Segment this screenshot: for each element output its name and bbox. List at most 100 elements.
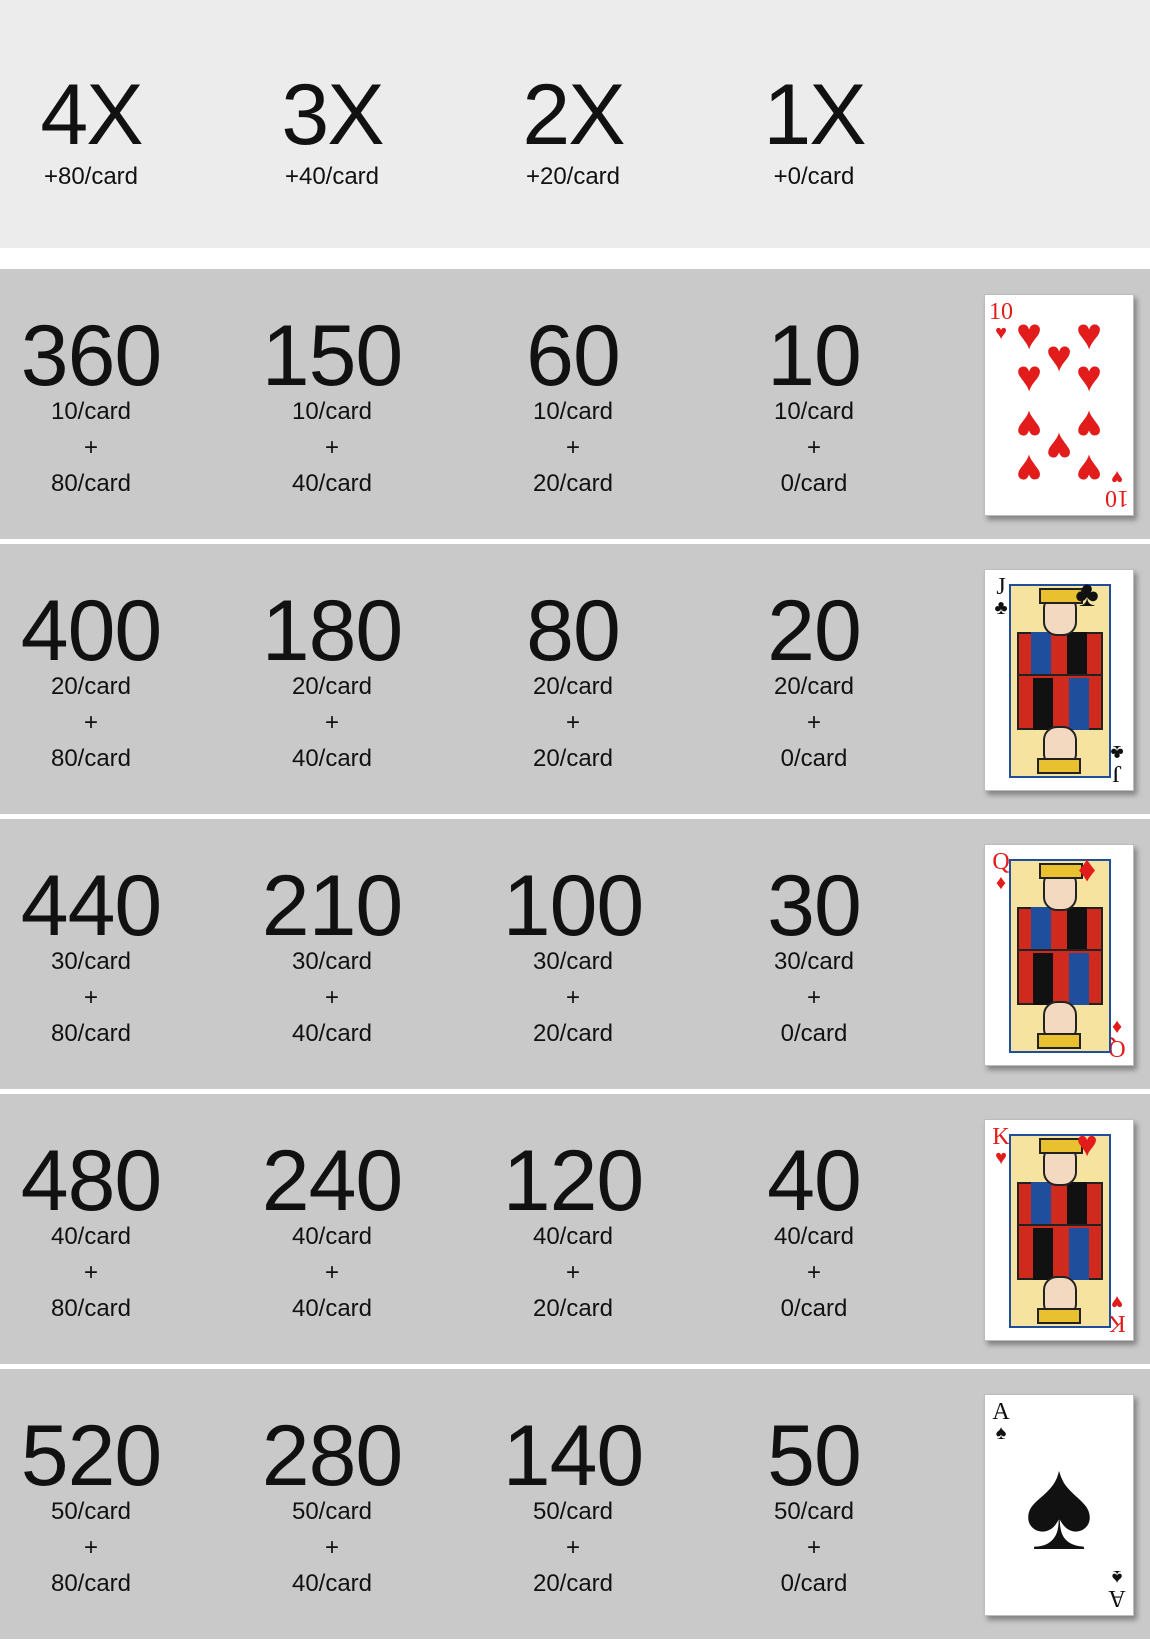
base-rate: 40/card: [291, 1223, 373, 1250]
suit-pip-icon: ♥: [1015, 445, 1043, 494]
plus-sign: +: [324, 1534, 339, 1561]
robe-stripe: [1033, 953, 1053, 1005]
payout-total: 240: [261, 1133, 404, 1229]
plus-sign: +: [565, 1534, 580, 1561]
ten-of-hearts-card-icon: 10 ♥ 10 ♥ ♥ ♥ ♥ ♥ ♥ ♥ ♥ ♥ ♥ ♥: [984, 294, 1134, 516]
plus-sign: +: [806, 1259, 821, 1286]
multiplier-label: 2X: [522, 67, 625, 163]
bonus-rate: 80/card: [50, 1295, 132, 1322]
payout-row: 520 50/card +80/card 280 50/card +40/card 140 5…: [0, 1369, 1150, 1639]
bonus-rate: 40/card: [291, 1570, 373, 1597]
multiplier-bonus: +0/card: [773, 163, 855, 190]
suit-pip-icon: ♦: [1077, 848, 1097, 889]
plus-sign: +: [806, 709, 821, 736]
plus-sign: +: [83, 1259, 98, 1286]
payout-total: 360: [20, 308, 163, 404]
payout-total: 520: [20, 1408, 163, 1504]
payout-total: 140: [502, 1408, 645, 1504]
multiplier-header: 4X +80/card 3X +40/card 2X +20/card 1X +0/card: [0, 0, 1150, 248]
bonus-rate: 80/card: [50, 1570, 132, 1597]
multiplier-label: 1X: [763, 67, 866, 163]
bonus-rate: 80/card: [50, 470, 132, 497]
plus-sign: +: [324, 434, 339, 461]
bonus-rate: 40/card: [291, 745, 373, 772]
bonus-rate: 40/card: [291, 470, 373, 497]
base-rate: 20/card: [291, 673, 373, 700]
payout-total: 20: [767, 583, 862, 679]
bonus-rate: 40/card: [291, 1295, 373, 1322]
suit-pip-icon: ♥: [1075, 352, 1103, 401]
crown-shape: [1037, 1308, 1081, 1324]
crown-shape: [1037, 1033, 1081, 1049]
payout-total: 150: [261, 308, 404, 404]
robe-stripe: [1069, 1228, 1089, 1280]
multiplier-bonus: +40/card: [284, 163, 380, 190]
robe-stripe: [1069, 678, 1089, 730]
robe-stripe: [1069, 953, 1089, 1005]
robe-stripe: [1033, 1228, 1053, 1280]
bonus-rate: 20/card: [532, 1295, 614, 1322]
bonus-rate: 80/card: [50, 745, 132, 772]
payout-total: 10: [767, 308, 862, 404]
base-rate: 50/card: [773, 1498, 855, 1525]
payout-total: 80: [526, 583, 621, 679]
bonus-rate: 20/card: [532, 745, 614, 772]
plus-sign: +: [83, 709, 98, 736]
payout-total: 210: [261, 858, 404, 954]
payout-total: 480: [20, 1133, 163, 1229]
bonus-rate: 0/card: [780, 1570, 848, 1597]
base-rate: 30/card: [291, 948, 373, 975]
payout-total: 100: [502, 858, 645, 954]
multiplier-bonus: +20/card: [525, 163, 621, 190]
bonus-rate: 0/card: [780, 1295, 848, 1322]
king-of-hearts-card-icon: K ♥ K ♥ ♥: [984, 1119, 1134, 1341]
bonus-rate: 20/card: [532, 1020, 614, 1047]
base-rate: 10/card: [532, 398, 614, 425]
payout-total: 30: [767, 858, 862, 954]
bonus-rate: 80/card: [50, 1020, 132, 1047]
payout-total: 40: [767, 1133, 862, 1229]
plus-sign: +: [565, 1259, 580, 1286]
suit-pip-icon: ♣: [1075, 573, 1099, 614]
payout-total: 280: [261, 1408, 404, 1504]
court-figure-half: [1011, 1224, 1109, 1326]
plus-sign: +: [83, 1534, 98, 1561]
suit-pip-icon: ♥: [1075, 445, 1103, 494]
payout-row: 480 40/card +80/card 240 40/card +40/card 120 4…: [0, 1094, 1150, 1364]
payout-total: 440: [20, 858, 163, 954]
plus-sign: +: [83, 434, 98, 461]
payout-row: 400 20/card +80/card 180 20/card +40/card 80 20…: [0, 544, 1150, 814]
payout-total: 60: [526, 308, 621, 404]
robe-shape: [1017, 949, 1103, 1005]
court-figure-half: [1011, 674, 1109, 776]
plus-sign: +: [324, 709, 339, 736]
plus-sign: +: [806, 434, 821, 461]
base-rate: 40/card: [773, 1223, 855, 1250]
plus-sign: +: [324, 984, 339, 1011]
jack-of-clubs-card-icon: J ♣ J ♣ ♣: [984, 569, 1134, 791]
bonus-rate: 0/card: [780, 1020, 848, 1047]
base-rate: 50/card: [50, 1498, 132, 1525]
bonus-rate: 0/card: [780, 470, 848, 497]
payout-total: 50: [767, 1408, 862, 1504]
plus-sign: +: [806, 984, 821, 1011]
plus-sign: +: [324, 1259, 339, 1286]
card-rank: A: [992, 1399, 1010, 1425]
base-rate: 10/card: [50, 398, 132, 425]
base-rate: 20/card: [773, 673, 855, 700]
base-rate: 10/card: [291, 398, 373, 425]
bonus-rate: 20/card: [532, 1570, 614, 1597]
plus-sign: +: [565, 434, 580, 461]
bonus-rate: 0/card: [780, 745, 848, 772]
robe-stripe: [1033, 678, 1053, 730]
payout-total: 120: [502, 1133, 645, 1229]
plus-sign: +: [565, 984, 580, 1011]
base-rate: 50/card: [532, 1498, 614, 1525]
ace-of-spades-card-icon: A ♠ A ♠ ♠: [984, 1394, 1134, 1616]
base-rate: 30/card: [532, 948, 614, 975]
queen-of-diamonds-card-icon: Q ♦ Q ♦ ♦: [984, 844, 1134, 1066]
card-rank: A: [1108, 1585, 1126, 1611]
base-rate: 30/card: [50, 948, 132, 975]
suit-pip-icon: ♥: [1015, 352, 1043, 401]
multiplier-bonus: +80/card: [43, 163, 139, 190]
